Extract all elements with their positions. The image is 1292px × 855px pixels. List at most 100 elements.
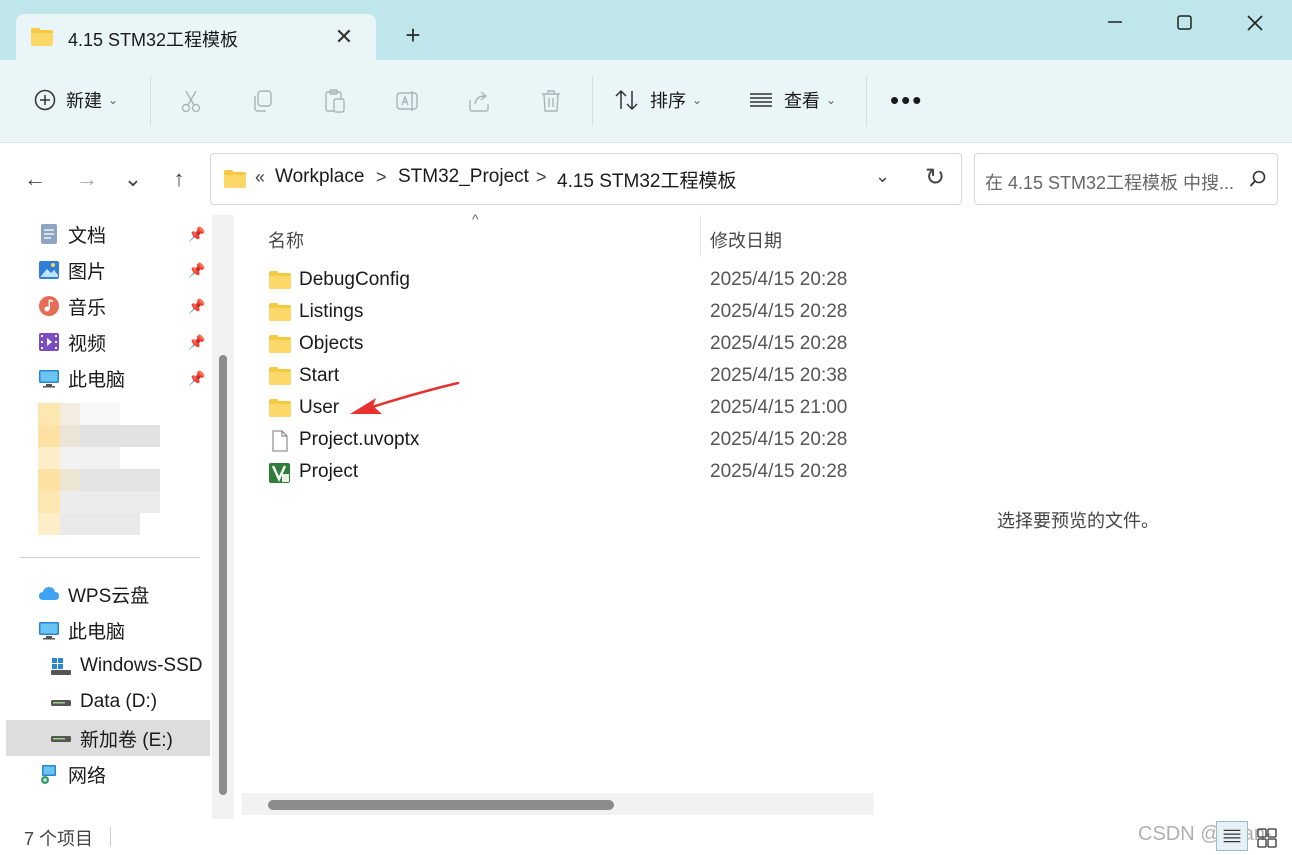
sidebar-item-label: 文档 bbox=[68, 225, 107, 247]
pin-icon[interactable]: 📌 bbox=[188, 262, 205, 279]
details-view-button[interactable] bbox=[1216, 821, 1248, 851]
new-label: 新建 bbox=[66, 91, 102, 111]
address-bar[interactable]: « Workplace > STM32_Project > 4.15 STM32… bbox=[210, 153, 962, 205]
sort-icon bbox=[615, 89, 638, 111]
file-row[interactable]: User 2025/4/15 21:00 bbox=[242, 393, 876, 425]
pin-icon[interactable]: 📌 bbox=[188, 334, 205, 351]
up-button[interactable]: ↑ bbox=[164, 164, 194, 194]
file-icon bbox=[272, 430, 288, 452]
sort-button[interactable]: 排序 ⌄ bbox=[614, 82, 702, 118]
sidebar-scrollbar[interactable] bbox=[212, 215, 234, 819]
file-name: Objects bbox=[299, 333, 364, 354]
new-button[interactable]: 新建 ⌄ bbox=[34, 82, 118, 118]
preview-pane: 选择要预览的文件。 bbox=[878, 215, 1292, 819]
breadcrumb-item[interactable]: Workplace bbox=[275, 166, 364, 188]
windows-drive-icon bbox=[51, 658, 71, 675]
file-row[interactable]: Objects 2025/4/15 20:28 bbox=[242, 329, 876, 361]
file-name: DebugConfig bbox=[299, 269, 410, 290]
plus-circle-icon bbox=[34, 89, 56, 111]
view-button[interactable]: 查看 ⌄ bbox=[748, 82, 836, 118]
pin-icon[interactable]: 📌 bbox=[188, 226, 205, 243]
music-icon bbox=[39, 296, 59, 316]
command-bar: 新建 ⌄ 排序 ⌄ 查看 ⌄ ••• bbox=[0, 60, 1292, 143]
folder-icon bbox=[269, 303, 291, 321]
breadcrumb-item[interactable]: 4.15 STM32工程模板 bbox=[557, 166, 737, 193]
view-label: 查看 bbox=[784, 91, 820, 111]
copy-icon[interactable] bbox=[250, 88, 276, 114]
column-header-date[interactable]: 修改日期 bbox=[710, 227, 782, 253]
view-list-icon bbox=[750, 93, 772, 107]
more-options-button[interactable]: ••• bbox=[890, 87, 923, 113]
share-icon[interactable] bbox=[466, 88, 492, 114]
column-divider[interactable] bbox=[700, 215, 701, 257]
search-input[interactable]: 在 4.15 STM32工程模板 中搜... bbox=[985, 169, 1245, 195]
breadcrumb-overflow[interactable]: « bbox=[255, 167, 265, 188]
file-row[interactable]: DebugConfig 2025/4/15 20:28 bbox=[242, 265, 876, 297]
file-list-scrollbar-thumb[interactable] bbox=[268, 800, 614, 810]
file-row[interactable]: Project 2025/4/15 20:28 bbox=[242, 457, 876, 489]
tiles-view-button[interactable] bbox=[1256, 827, 1278, 849]
title-bar: 4.15 STM32工程模板 ✕ + bbox=[0, 0, 1292, 60]
breadcrumb-separator[interactable]: > bbox=[536, 167, 547, 188]
toolbar-divider bbox=[150, 76, 151, 126]
chevron-down-icon: ⌄ bbox=[692, 93, 703, 107]
folder-icon bbox=[269, 367, 291, 385]
file-date: 2025/4/15 20:28 bbox=[710, 333, 848, 354]
refresh-button[interactable]: ↻ bbox=[925, 163, 945, 192]
tab-current-folder[interactable]: 4.15 STM32工程模板 ✕ bbox=[16, 14, 376, 60]
file-date: 2025/4/15 21:00 bbox=[710, 397, 848, 418]
cut-icon[interactable] bbox=[178, 88, 204, 114]
file-list-scrollbar[interactable] bbox=[242, 793, 874, 815]
toolbar-divider bbox=[592, 76, 593, 126]
close-tab-button[interactable]: ✕ bbox=[331, 24, 357, 50]
pin-icon[interactable]: 📌 bbox=[188, 370, 205, 387]
paste-icon[interactable] bbox=[322, 88, 348, 114]
sidebar-divider bbox=[20, 557, 200, 558]
status-bar: 7 个项目 CSDN @eean- bbox=[0, 819, 1292, 855]
folder-icon bbox=[224, 170, 246, 188]
search-box[interactable]: 在 4.15 STM32工程模板 中搜... bbox=[974, 153, 1278, 205]
file-date: 2025/4/15 20:38 bbox=[710, 365, 848, 386]
new-tab-button[interactable]: + bbox=[398, 20, 428, 50]
file-date: 2025/4/15 20:28 bbox=[710, 461, 848, 482]
file-name: Listings bbox=[299, 301, 364, 322]
file-name: User bbox=[299, 397, 340, 418]
file-row[interactable]: Start 2025/4/15 20:38 bbox=[242, 361, 876, 393]
address-dropdown-button[interactable]: ⌄ bbox=[875, 166, 890, 187]
file-row[interactable]: Listings 2025/4/15 20:28 bbox=[242, 297, 876, 329]
delete-icon[interactable] bbox=[538, 88, 564, 114]
network-icon bbox=[41, 765, 56, 784]
column-header-name[interactable]: 名称 bbox=[268, 227, 304, 253]
folder-icon bbox=[31, 28, 53, 46]
sort-ascending-icon: ^ bbox=[472, 211, 479, 227]
file-row[interactable]: Project.uvoptx 2025/4/15 20:28 bbox=[242, 425, 876, 457]
recent-locations-button[interactable]: ⌄ bbox=[118, 164, 148, 194]
breadcrumb-item[interactable]: STM32_Project bbox=[398, 166, 529, 188]
tab-title: 4.15 STM32工程模板 bbox=[68, 30, 239, 50]
sidebar-item-label: 网络 bbox=[68, 765, 107, 787]
sidebar-item-label: 此电脑 bbox=[68, 621, 126, 643]
file-name: Project.uvoptx bbox=[299, 429, 420, 450]
sort-label: 排序 bbox=[650, 91, 686, 111]
sidebar-scrollbar-thumb[interactable] bbox=[219, 355, 227, 795]
preview-empty-message: 选择要预览的文件。 bbox=[997, 511, 1159, 531]
status-divider bbox=[110, 827, 111, 847]
sidebar-item-label: 图片 bbox=[68, 261, 107, 283]
close-window-button[interactable] bbox=[1232, 6, 1278, 42]
sidebar-item-new-volume-e[interactable]: 新加卷 (E:) bbox=[6, 720, 210, 756]
toolbar-divider bbox=[866, 76, 867, 126]
pin-icon[interactable]: 📌 bbox=[188, 298, 205, 315]
file-date: 2025/4/15 20:28 bbox=[710, 301, 848, 322]
back-button[interactable]: ← bbox=[20, 164, 50, 194]
breadcrumb-separator[interactable]: > bbox=[376, 167, 387, 188]
search-icon[interactable] bbox=[1249, 170, 1267, 188]
forward-button[interactable]: → bbox=[72, 164, 102, 194]
minimize-button[interactable] bbox=[1092, 6, 1138, 42]
rename-icon[interactable] bbox=[394, 88, 420, 114]
item-count: 7 个项目 bbox=[24, 829, 94, 849]
documents-icon bbox=[41, 224, 57, 244]
maximize-button[interactable] bbox=[1162, 6, 1208, 42]
sidebar-item-label: WPS云盘 bbox=[68, 585, 150, 607]
sidebar-item-label: Data (D:) bbox=[80, 691, 158, 712]
file-list: 名称 ^ 修改日期 DebugConfig 2025/4/15 20:28 Li… bbox=[242, 211, 876, 819]
